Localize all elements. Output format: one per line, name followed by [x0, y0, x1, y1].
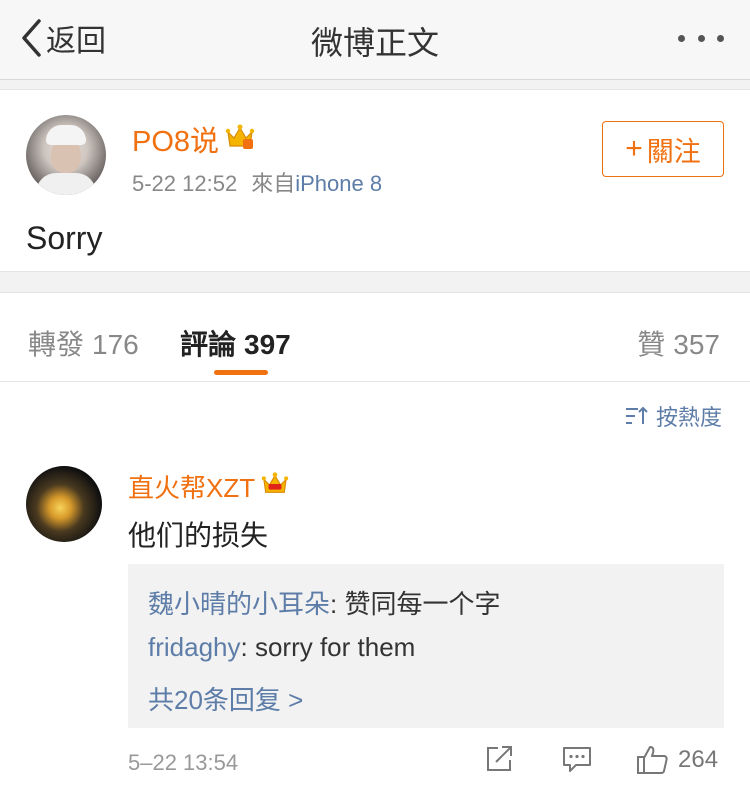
more-replies-link[interactable]: 共20条回复 > [148, 680, 303, 717]
comment-author[interactable]: 直火帮XZT [128, 468, 255, 505]
comment-list: 按熱度 直火帮XZT 他们的损失 魏小晴的小耳朵: 赞同每一个字 fridagh… [0, 382, 750, 789]
post-card: PO8说 5-22 12:52 來自iPhone 8 + 關注 Sorry [0, 89, 750, 272]
thumbs-up-icon [636, 744, 670, 776]
more-icon-dot [717, 34, 724, 42]
tab-like[interactable]: 贊 357 [637, 323, 720, 363]
page-title: 微博正文 [310, 25, 439, 61]
comment-text: 他们的损失 [128, 520, 269, 551]
sort-button[interactable]: 按熱度 [624, 400, 722, 432]
nav-bar: 返回 微博正文 [0, 0, 750, 80]
reply-box[interactable]: 魏小晴的小耳朵: 赞同每一个字 fridaghy: sorry for them… [128, 564, 724, 728]
sort-label: 按熱度 [655, 405, 722, 430]
comment-icon [561, 744, 593, 774]
like-count: 264 [678, 746, 719, 773]
more-icon [678, 34, 685, 42]
share-icon [484, 744, 516, 774]
share-button[interactable] [484, 744, 516, 774]
comment-time: 5–22 13:54 [128, 750, 239, 775]
reply-author[interactable]: 魏小晴的小耳朵 [148, 589, 330, 619]
post-source[interactable]: iPhone 8 [295, 171, 382, 196]
tab-repost-label: 轉發 [28, 329, 85, 360]
sort-icon [624, 405, 656, 427]
source-prefix: 來自 [251, 171, 296, 196]
tab-bar: 轉發 176 評論 397 贊 357 [0, 292, 750, 382]
avatar[interactable] [26, 115, 106, 195]
post-meta: 5-22 12:52 來自iPhone 8 [132, 166, 382, 198]
reply-item[interactable]: 魏小晴的小耳朵: 赞同每一个字 [148, 584, 500, 621]
reply-item[interactable]: fridaghy: sorry for them [148, 632, 415, 663]
like-button[interactable]: 264 [636, 744, 718, 776]
follow-button[interactable]: + 關注 [602, 121, 724, 177]
tab-comment-label: 評論 [180, 329, 237, 360]
post-time: 5-22 12:52 [132, 171, 238, 196]
follow-label: 關注 [646, 136, 701, 167]
plus-icon: + [625, 132, 643, 165]
active-tab-indicator [214, 370, 268, 375]
tab-repost[interactable]: 轉發 176 [28, 323, 139, 363]
crown-icon [225, 123, 255, 156]
reply-text: : sorry for them [240, 632, 416, 662]
tab-repost-count: 176 [92, 329, 139, 360]
more-button[interactable] [678, 30, 724, 46]
reply-author[interactable]: fridaghy [148, 632, 241, 662]
tab-comment[interactable]: 評論 397 [180, 323, 291, 363]
crown-icon [261, 471, 289, 502]
tab-like-count: 357 [673, 329, 720, 360]
reply-button[interactable] [561, 744, 593, 774]
more-icon-dot [697, 34, 705, 42]
tab-comment-count: 397 [244, 329, 291, 360]
comment-avatar[interactable] [26, 466, 102, 542]
post-text: Sorry [26, 220, 103, 256]
tab-like-label: 贊 [637, 329, 666, 360]
author-name[interactable]: PO8说 [132, 118, 219, 160]
reply-text: : 赞同每一个字 [330, 589, 501, 619]
